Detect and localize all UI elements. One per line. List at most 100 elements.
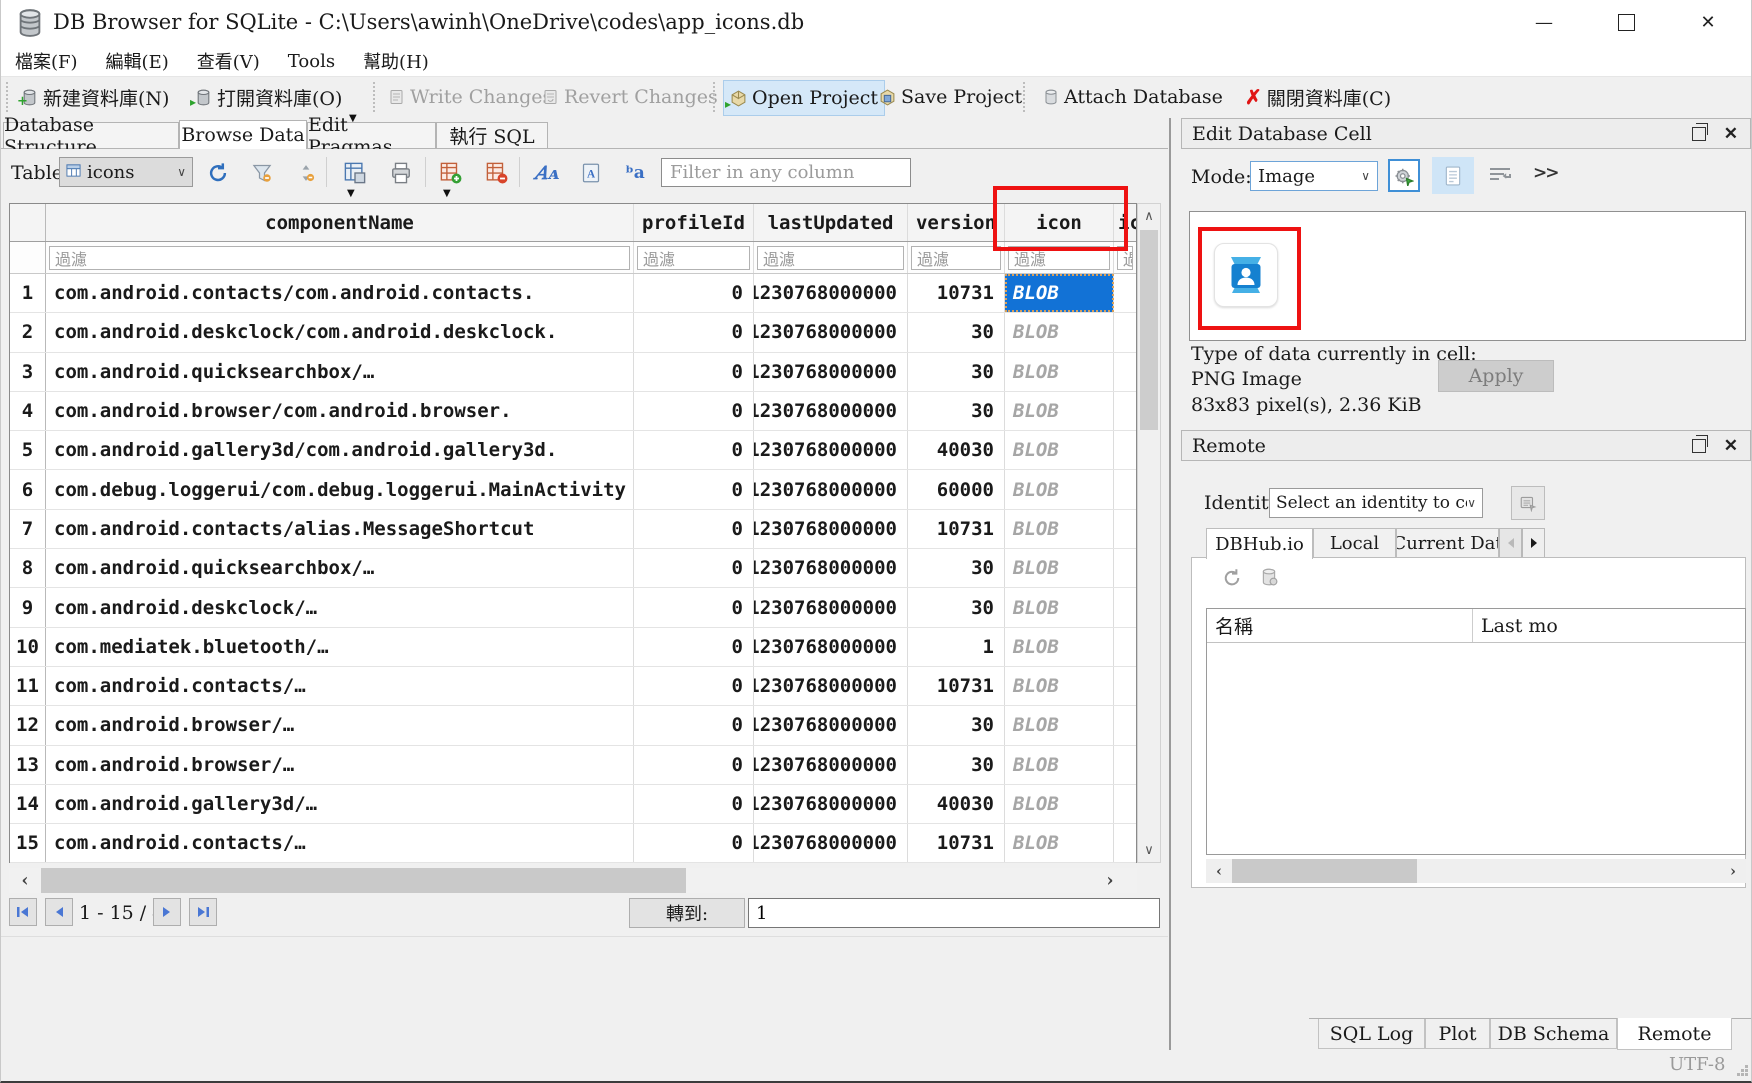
cell-partial[interactable] <box>1114 313 1136 351</box>
next-page-button[interactable] <box>153 898 181 926</box>
cell-partial[interactable] <box>1114 392 1136 430</box>
cell-icon-blob[interactable]: BLOB <box>1005 746 1114 784</box>
menu-tools[interactable]: Tools <box>274 49 349 74</box>
cell-profileId[interactable]: 0 <box>634 785 754 823</box>
close-button[interactable]: ✕ <box>1677 0 1739 44</box>
row-number[interactable]: 13 <box>10 746 46 784</box>
filter-funnel-button[interactable] <box>248 159 276 187</box>
cell-profileId[interactable]: 0 <box>634 706 754 744</box>
cell-version[interactable]: 30 <box>908 588 1005 626</box>
row-number[interactable]: 14 <box>10 785 46 823</box>
menu-help[interactable]: 幫助(H) <box>349 46 443 76</box>
write-changes-button[interactable]: Write Changes <box>383 80 558 114</box>
remote-tab-current-database[interactable]: Current Dat <box>1396 528 1499 558</box>
maximize-button[interactable] <box>1595 0 1657 44</box>
filter-input-lastUpdated[interactable]: 過濾 <box>754 242 908 273</box>
goto-record-input[interactable] <box>748 898 1160 928</box>
remote-tab-local[interactable]: Local <box>1313 528 1396 558</box>
cell-partial[interactable] <box>1114 628 1136 666</box>
dock-tab-sql-log[interactable]: SQL Log <box>1318 1019 1425 1049</box>
scroll-right-icon[interactable]: › <box>1094 868 1126 893</box>
cell-partial[interactable] <box>1114 746 1136 784</box>
word-wrap-button[interactable] <box>1487 165 1513 185</box>
cell-version[interactable]: 10731 <box>908 510 1005 548</box>
cell-componentName[interactable]: com.android.deskclock/com.android.deskcl… <box>46 313 634 351</box>
cell-version[interactable]: 10731 <box>908 667 1005 705</box>
cell-icon-blob[interactable]: BLOB <box>1005 353 1114 391</box>
prev-page-button[interactable] <box>45 898 73 926</box>
scroll-up-icon[interactable]: ∧ <box>1138 204 1160 228</box>
scroll-right-icon[interactable]: › <box>1720 859 1746 883</box>
cell-lastUpdated[interactable]: 1230768000000 <box>754 588 908 626</box>
row-number[interactable]: 4 <box>10 392 46 430</box>
clone-database-icon[interactable] <box>1260 568 1278 590</box>
cell-profileId[interactable]: 0 <box>634 353 754 391</box>
remote-hscroll-thumb[interactable] <box>1232 859 1417 883</box>
identity-select[interactable]: Select an identity to conne ∨ <box>1269 488 1483 518</box>
cell-profileId[interactable]: 0 <box>634 628 754 666</box>
cell-version[interactable]: 40030 <box>908 431 1005 469</box>
save-project-button[interactable]: Save Project <box>873 80 1028 114</box>
insert-record-dropdown-caret[interactable]: ▼ <box>443 188 451 199</box>
column-header-lastUpdated[interactable]: lastUpdated <box>754 204 908 241</box>
cell-partial[interactable] <box>1114 588 1136 626</box>
row-number[interactable]: 3 <box>10 353 46 391</box>
cell-partial[interactable] <box>1114 549 1136 587</box>
cell-icon-blob[interactable]: BLOB <box>1005 510 1114 548</box>
cell-version[interactable]: 10731 <box>908 274 1005 312</box>
mode-select[interactable]: Image ∨ <box>1250 161 1378 191</box>
cell-profileId[interactable]: 0 <box>634 274 754 312</box>
column-header-profileId[interactable]: profileId <box>634 204 754 241</box>
cell-icon-blob[interactable]: BLOB <box>1005 431 1114 469</box>
cell-profileId[interactable]: 0 <box>634 510 754 548</box>
cell-profileId[interactable]: 0 <box>634 667 754 705</box>
cell-partial[interactable] <box>1114 667 1136 705</box>
revert-changes-button[interactable]: Revert Changes <box>537 80 724 114</box>
cell-profileId[interactable]: 0 <box>634 746 754 784</box>
cell-componentName[interactable]: com.android.contacts/alias.MessageShortc… <box>46 510 634 548</box>
cell-profileId[interactable]: 0 <box>634 588 754 626</box>
menu-file[interactable]: 檔案(F) <box>1 46 92 76</box>
cell-icon-blob[interactable]: BLOB <box>1005 549 1114 587</box>
dock-tab-plot[interactable]: Plot <box>1425 1019 1490 1049</box>
delete-record-button[interactable] <box>483 159 511 187</box>
row-number[interactable]: 5 <box>10 431 46 469</box>
cell-lastUpdated[interactable]: 1230768000000 <box>754 785 908 823</box>
row-number[interactable]: 1 <box>10 274 46 312</box>
cell-lastUpdated[interactable]: 1230768000000 <box>754 746 908 784</box>
print-button[interactable] <box>387 159 415 187</box>
cell-version[interactable]: 60000 <box>908 470 1005 508</box>
open-database-button[interactable]: ▸ 打開資料庫(O) <box>189 80 348 114</box>
remote-column-last-modified[interactable]: Last mo <box>1473 615 1745 637</box>
cell-partial[interactable] <box>1114 510 1136 548</box>
insert-record-button[interactable] <box>437 159 465 187</box>
apply-button[interactable]: Apply <box>1438 360 1554 392</box>
cell-version[interactable]: 30 <box>908 313 1005 351</box>
remote-horizontal-scrollbar[interactable]: ‹ › <box>1206 859 1746 883</box>
cell-componentName[interactable]: com.android.browser/… <box>46 746 634 784</box>
tab-browse-data[interactable]: Browse Data <box>179 120 307 149</box>
row-number[interactable]: 8 <box>10 549 46 587</box>
grid-hscroll-thumb[interactable] <box>41 868 686 893</box>
cell-profileId[interactable]: 0 <box>634 392 754 430</box>
save-view-dropdown-caret[interactable]: ▼ <box>347 188 355 199</box>
cell-partial[interactable] <box>1114 353 1136 391</box>
cell-componentName[interactable]: com.android.deskclock/… <box>46 588 634 626</box>
cell-lastUpdated[interactable]: 1230768000000 <box>754 392 908 430</box>
cell-componentName[interactable]: com.android.browser/… <box>46 706 634 744</box>
cell-version[interactable]: 30 <box>908 746 1005 784</box>
grid-horizontal-scrollbar[interactable]: ‹ › <box>9 868 1137 893</box>
row-number[interactable]: 9 <box>10 588 46 626</box>
cell-lastUpdated[interactable]: 1230768000000 <box>754 274 908 312</box>
table-select[interactable]: icons ∨ <box>59 157 193 187</box>
first-page-button[interactable] <box>9 898 37 926</box>
cell-version[interactable]: 30 <box>908 353 1005 391</box>
filter-any-column-input[interactable] <box>661 158 911 187</box>
cell-profileId[interactable]: 0 <box>634 549 754 587</box>
filter-input-componentName[interactable]: 過濾 <box>46 242 634 273</box>
cell-lastUpdated[interactable]: 1230768000000 <box>754 628 908 666</box>
dock-tab-remote[interactable]: Remote <box>1617 1018 1732 1050</box>
panel-overflow-button[interactable]: >> <box>1533 163 1558 183</box>
tab-edit-pragmas[interactable]: Edit Pragmas <box>307 122 436 148</box>
cell-profileId[interactable]: 0 <box>634 824 754 862</box>
